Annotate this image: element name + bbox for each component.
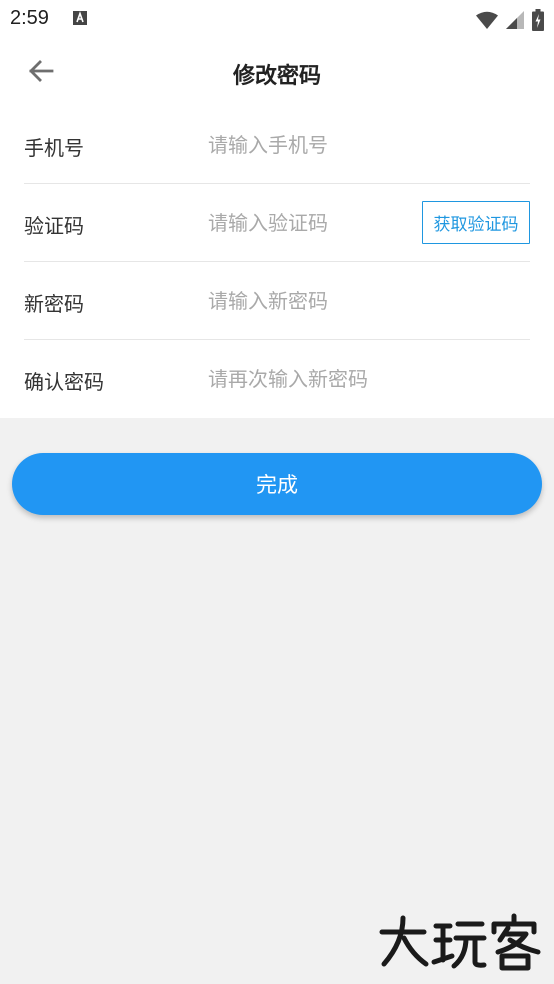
status-bar: 2:59 bbox=[0, 0, 554, 40]
phone-label: 手机号 bbox=[24, 136, 84, 160]
header-bar: 修改密码 bbox=[0, 40, 554, 106]
new-password-label: 新密码 bbox=[24, 292, 84, 316]
status-time: 2:59 bbox=[10, 7, 49, 29]
change-password-screen: 2:59 修改密码 手机号 请输入手机号 验证码 请输入验证码 获取验证码 新密… bbox=[0, 0, 554, 984]
new-password-row: 新密码 bbox=[24, 262, 530, 340]
code-input[interactable] bbox=[208, 202, 408, 244]
code-label: 验证码 bbox=[24, 214, 84, 238]
keyboard-a-icon bbox=[72, 10, 88, 30]
change-password-form: 手机号 验证码 获取验证码 新密码 确认密码 bbox=[0, 106, 554, 418]
submit-button[interactable]: 完成 bbox=[12, 453, 542, 515]
code-row: 验证码 获取验证码 bbox=[24, 184, 530, 262]
confirm-password-label: 确认密码 bbox=[24, 370, 104, 394]
phone-row: 手机号 bbox=[24, 106, 530, 184]
signal-icon bbox=[506, 11, 524, 33]
battery-charging-icon bbox=[532, 9, 544, 35]
watermark-logo bbox=[376, 912, 546, 976]
page-title: 修改密码 bbox=[232, 64, 321, 89]
phone-input[interactable] bbox=[208, 124, 408, 166]
wifi-icon bbox=[476, 11, 498, 33]
get-code-button[interactable]: 获取验证码 bbox=[422, 201, 530, 244]
new-password-input[interactable] bbox=[208, 280, 408, 322]
confirm-password-row: 确认密码 bbox=[24, 340, 530, 418]
confirm-password-input[interactable] bbox=[208, 358, 438, 400]
